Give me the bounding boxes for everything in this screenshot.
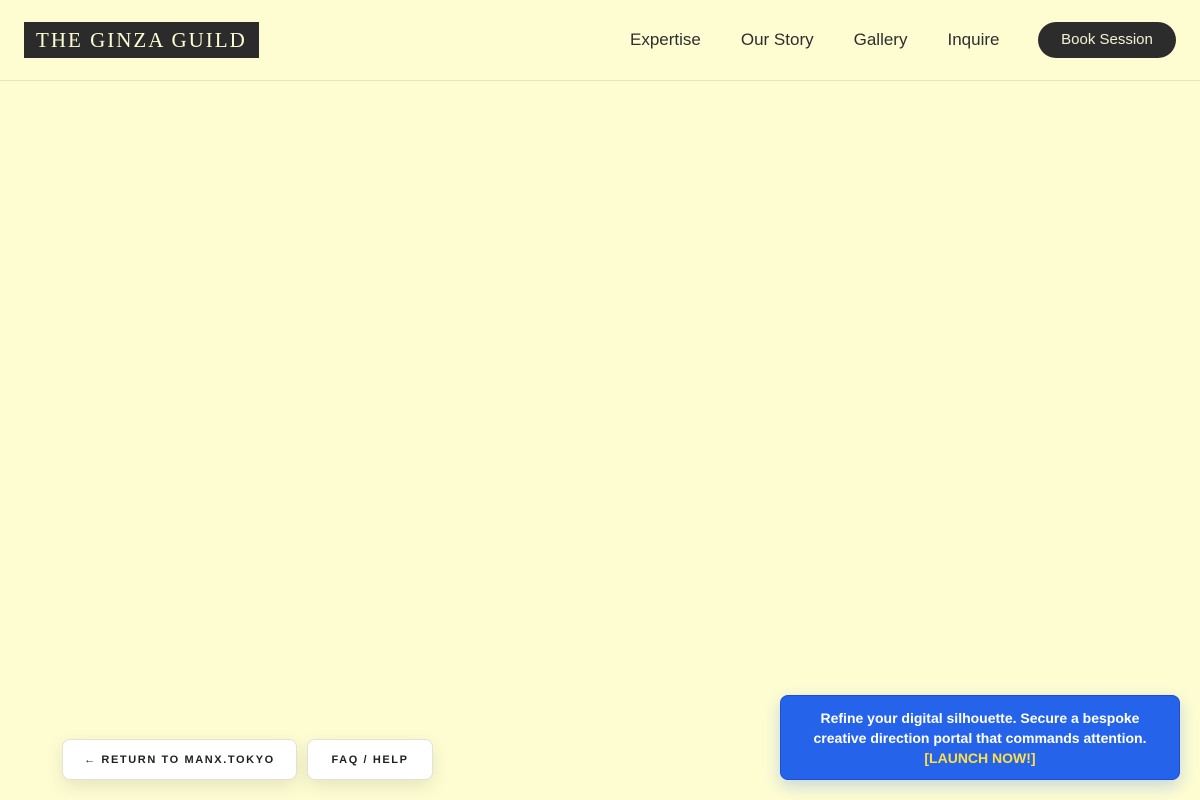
return-to-manx-button[interactable]: ← RETURN TO MANX.TOKYO	[62, 739, 297, 780]
top-navigation-bar: THE GINZA GUILD Expertise Our Story Gall…	[0, 0, 1200, 81]
nav-link-gallery[interactable]: Gallery	[854, 30, 908, 50]
main-nav: Expertise Our Story Gallery Inquire	[610, 0, 1019, 80]
promo-launch-link[interactable]: [LAUNCH NOW!]	[805, 748, 1155, 768]
nav-link-inquire[interactable]: Inquire	[947, 30, 999, 50]
nav-link-our-story[interactable]: Our Story	[741, 30, 814, 50]
promo-banner[interactable]: Refine your digital silhouette. Secure a…	[780, 695, 1180, 780]
site-logo[interactable]: THE GINZA GUILD	[24, 22, 259, 58]
promo-text: Refine your digital silhouette. Secure a…	[813, 710, 1147, 746]
faq-help-button[interactable]: FAQ / HELP	[307, 739, 433, 780]
book-session-button[interactable]: Book Session	[1038, 22, 1176, 58]
nav-link-expertise[interactable]: Expertise	[630, 30, 701, 50]
